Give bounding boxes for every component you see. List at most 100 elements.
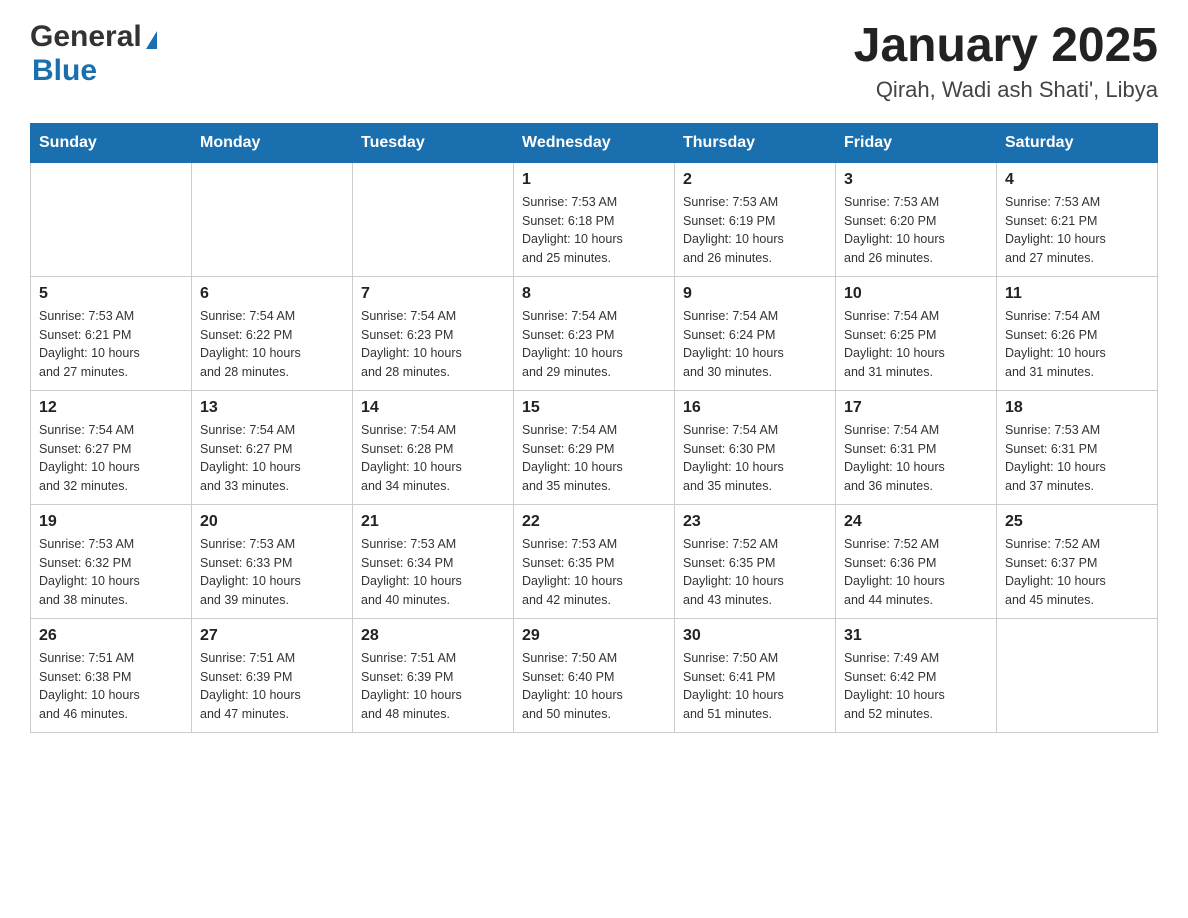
day-number: 13 (200, 399, 344, 417)
day-of-week-header: Monday (192, 123, 353, 162)
calendar-cell: 31 Sunrise: 7:49 AM Sunset: 6:42 PM Dayli… (836, 618, 997, 732)
calendar-cell: 27 Sunrise: 7:51 AM Sunset: 6:39 PM Dayli… (192, 618, 353, 732)
day-info: Sunrise: 7:54 AM Sunset: 6:28 PM Dayligh… (361, 421, 505, 496)
calendar-week-row: 19 Sunrise: 7:53 AM Sunset: 6:32 PM Dayli… (31, 504, 1158, 618)
calendar-cell: 30Sunrise: 7:50 AM Sunset: 6:41 PM Dayli… (675, 618, 836, 732)
day-info: Sunrise: 7:53 AM Sunset: 6:20 PM Dayligh… (844, 193, 988, 268)
day-info: Sunrise: 7:51 AM Sunset: 6:38 PM Dayligh… (39, 649, 183, 724)
day-info: Sunrise: 7:52 AM Sunset: 6:37 PM Dayligh… (1005, 535, 1149, 610)
day-number: 28 (361, 627, 505, 645)
calendar-cell (192, 162, 353, 276)
calendar-week-row: 26 Sunrise: 7:51 AM Sunset: 6:38 PM Dayli… (31, 618, 1158, 732)
calendar-cell: 23 Sunrise: 7:52 AM Sunset: 6:35 PM Dayli… (675, 504, 836, 618)
day-info: Sunrise: 7:54 AM Sunset: 6:23 PM Dayligh… (522, 307, 666, 382)
day-of-week-header: Saturday (997, 123, 1158, 162)
day-info: Sunrise: 7:53 AM Sunset: 6:21 PM Dayligh… (39, 307, 183, 382)
day-info: Sunrise: 7:52 AM Sunset: 6:35 PM Dayligh… (683, 535, 827, 610)
day-number: 5 (39, 285, 183, 303)
day-info: Sunrise: 7:53 AM Sunset: 6:31 PM Dayligh… (1005, 421, 1149, 496)
day-number: 29 (522, 627, 666, 645)
day-number: 3 (844, 171, 988, 189)
day-number: 2 (683, 171, 827, 189)
calendar-cell: 4Sunrise: 7:53 AM Sunset: 6:21 PM Daylig… (997, 162, 1158, 276)
calendar-week-row: 5 Sunrise: 7:53 AM Sunset: 6:21 PM Daylig… (31, 276, 1158, 390)
calendar-cell: 14 Sunrise: 7:54 AM Sunset: 6:28 PM Dayli… (353, 390, 514, 504)
day-info: Sunrise: 7:54 AM Sunset: 6:27 PM Dayligh… (200, 421, 344, 496)
day-number: 19 (39, 513, 183, 531)
day-info: Sunrise: 7:54 AM Sunset: 6:27 PM Dayligh… (39, 421, 183, 496)
calendar-cell: 17 Sunrise: 7:54 AM Sunset: 6:31 PM Dayli… (836, 390, 997, 504)
calendar-cell: 25Sunrise: 7:52 AM Sunset: 6:37 PM Dayli… (997, 504, 1158, 618)
calendar-week-row: 12Sunrise: 7:54 AM Sunset: 6:27 PM Dayli… (31, 390, 1158, 504)
day-number: 21 (361, 513, 505, 531)
day-number: 23 (683, 513, 827, 531)
calendar-cell: 15Sunrise: 7:54 AM Sunset: 6:29 PM Dayli… (514, 390, 675, 504)
day-number: 31 (844, 627, 988, 645)
logo-blue-text: Blue (32, 54, 97, 88)
calendar-cell: 12Sunrise: 7:54 AM Sunset: 6:27 PM Dayli… (31, 390, 192, 504)
day-info: Sunrise: 7:50 AM Sunset: 6:40 PM Dayligh… (522, 649, 666, 724)
calendar-cell: 22Sunrise: 7:53 AM Sunset: 6:35 PM Dayli… (514, 504, 675, 618)
day-of-week-header: Thursday (675, 123, 836, 162)
calendar-body: 1Sunrise: 7:53 AM Sunset: 6:18 PM Daylig… (31, 162, 1158, 732)
calendar-cell: 21Sunrise: 7:53 AM Sunset: 6:34 PM Dayli… (353, 504, 514, 618)
day-info: Sunrise: 7:54 AM Sunset: 6:29 PM Dayligh… (522, 421, 666, 496)
calendar-cell: 1Sunrise: 7:53 AM Sunset: 6:18 PM Daylig… (514, 162, 675, 276)
day-info: Sunrise: 7:54 AM Sunset: 6:26 PM Dayligh… (1005, 307, 1149, 382)
day-info: Sunrise: 7:54 AM Sunset: 6:22 PM Dayligh… (200, 307, 344, 382)
day-info: Sunrise: 7:54 AM Sunset: 6:23 PM Dayligh… (361, 307, 505, 382)
calendar-header: SundayMondayTuesdayWednesdayThursdayFrid… (31, 123, 1158, 162)
day-info: Sunrise: 7:54 AM Sunset: 6:24 PM Dayligh… (683, 307, 827, 382)
calendar-cell: 9 Sunrise: 7:54 AM Sunset: 6:24 PM Daylig… (675, 276, 836, 390)
day-of-week-header: Friday (836, 123, 997, 162)
day-number: 17 (844, 399, 988, 417)
calendar-cell: 18 Sunrise: 7:53 AM Sunset: 6:31 PM Dayli… (997, 390, 1158, 504)
day-info: Sunrise: 7:53 AM Sunset: 6:35 PM Dayligh… (522, 535, 666, 610)
calendar-cell (997, 618, 1158, 732)
day-number: 7 (361, 285, 505, 303)
day-number: 14 (361, 399, 505, 417)
day-info: Sunrise: 7:49 AM Sunset: 6:42 PM Dayligh… (844, 649, 988, 724)
day-info: Sunrise: 7:54 AM Sunset: 6:25 PM Dayligh… (844, 307, 988, 382)
day-number: 11 (1005, 285, 1149, 303)
day-info: Sunrise: 7:54 AM Sunset: 6:31 PM Dayligh… (844, 421, 988, 496)
day-of-week-header: Wednesday (514, 123, 675, 162)
day-number: 20 (200, 513, 344, 531)
day-info: Sunrise: 7:53 AM Sunset: 6:32 PM Dayligh… (39, 535, 183, 610)
calendar-cell (31, 162, 192, 276)
calendar-cell: 28 Sunrise: 7:51 AM Sunset: 6:39 PM Dayli… (353, 618, 514, 732)
calendar-cell: 11 Sunrise: 7:54 AM Sunset: 6:26 PM Dayli… (997, 276, 1158, 390)
calendar-cell: 26 Sunrise: 7:51 AM Sunset: 6:38 PM Dayli… (31, 618, 192, 732)
page-title: January 2025 (854, 20, 1158, 73)
day-number: 8 (522, 285, 666, 303)
day-number: 6 (200, 285, 344, 303)
calendar-cell: 2 Sunrise: 7:53 AM Sunset: 6:19 PM Daylig… (675, 162, 836, 276)
day-number: 10 (844, 285, 988, 303)
day-info: Sunrise: 7:53 AM Sunset: 6:33 PM Dayligh… (200, 535, 344, 610)
day-number: 9 (683, 285, 827, 303)
calendar-cell: 10 Sunrise: 7:54 AM Sunset: 6:25 PM Dayli… (836, 276, 997, 390)
logo: General Blue (30, 20, 157, 88)
day-number: 26 (39, 627, 183, 645)
day-number: 18 (1005, 399, 1149, 417)
day-info: Sunrise: 7:54 AM Sunset: 6:30 PM Dayligh… (683, 421, 827, 496)
page-subtitle: Qirah, Wadi ash Shati', Libya (854, 77, 1158, 103)
day-info: Sunrise: 7:53 AM Sunset: 6:19 PM Dayligh… (683, 193, 827, 268)
day-number: 30 (683, 627, 827, 645)
day-number: 16 (683, 399, 827, 417)
day-info: Sunrise: 7:51 AM Sunset: 6:39 PM Dayligh… (200, 649, 344, 724)
calendar-week-row: 1Sunrise: 7:53 AM Sunset: 6:18 PM Daylig… (31, 162, 1158, 276)
day-of-week-header: Tuesday (353, 123, 514, 162)
calendar-cell: 24Sunrise: 7:52 AM Sunset: 6:36 PM Dayli… (836, 504, 997, 618)
calendar-cell: 8 Sunrise: 7:54 AM Sunset: 6:23 PM Daylig… (514, 276, 675, 390)
day-number: 4 (1005, 171, 1149, 189)
day-number: 27 (200, 627, 344, 645)
calendar-table: SundayMondayTuesdayWednesdayThursdayFrid… (30, 123, 1158, 733)
day-info: Sunrise: 7:51 AM Sunset: 6:39 PM Dayligh… (361, 649, 505, 724)
calendar-cell: 16 Sunrise: 7:54 AM Sunset: 6:30 PM Dayli… (675, 390, 836, 504)
day-info: Sunrise: 7:52 AM Sunset: 6:36 PM Dayligh… (844, 535, 988, 610)
calendar-cell (353, 162, 514, 276)
title-block: January 2025 Qirah, Wadi ash Shati', Lib… (854, 20, 1158, 103)
logo-general-text: General (30, 20, 142, 54)
days-of-week-row: SundayMondayTuesdayWednesdayThursdayFrid… (31, 123, 1158, 162)
